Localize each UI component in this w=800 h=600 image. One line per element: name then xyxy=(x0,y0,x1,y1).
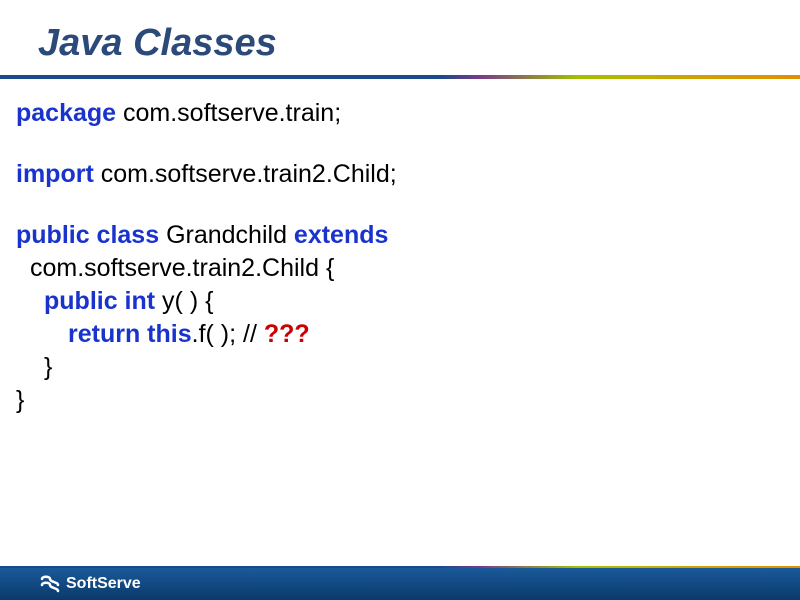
code-line: package com.softserve.train; xyxy=(16,97,800,130)
keyword-extends: extends xyxy=(294,221,388,249)
code-line: com.softserve.train2.Child { xyxy=(16,252,800,285)
code-line: } xyxy=(16,384,800,417)
keyword-public-class: public class xyxy=(16,221,159,249)
blank-line xyxy=(16,191,800,219)
footer: SoftServe xyxy=(0,566,800,600)
brand-logo: SoftServe xyxy=(40,575,141,593)
code-line: } xyxy=(16,351,800,384)
code-text: Grandchild xyxy=(159,221,294,249)
softserve-icon xyxy=(40,575,60,593)
error-marker: ??? xyxy=(264,320,310,348)
code-text: com.softserve.train2.Child { xyxy=(30,254,334,282)
code-line: public class Grandchild extends xyxy=(16,219,800,252)
code-text: } xyxy=(16,386,24,414)
code-text: com.softserve.train; xyxy=(116,99,341,127)
keyword-public-int: public int xyxy=(44,287,155,315)
slide-title: Java Classes xyxy=(0,0,800,75)
code-text: com.softserve.train2.Child; xyxy=(94,160,397,188)
footer-bar: SoftServe xyxy=(0,568,800,600)
keyword-import: import xyxy=(16,160,94,188)
code-text: y( ) { xyxy=(155,287,213,315)
code-text: .f( ); // xyxy=(192,320,264,348)
blank-line xyxy=(16,130,800,158)
brand-name: SoftServe xyxy=(66,575,141,593)
code-text: } xyxy=(44,353,52,381)
keyword-return-this: return this xyxy=(68,320,192,348)
code-line: public int y( ) { xyxy=(16,285,800,318)
keyword-package: package xyxy=(16,99,116,127)
code-line: return this.f( ); // ??? xyxy=(16,318,800,351)
code-block: package com.softserve.train; import com.… xyxy=(0,79,800,417)
code-line: import com.softserve.train2.Child; xyxy=(16,158,800,191)
